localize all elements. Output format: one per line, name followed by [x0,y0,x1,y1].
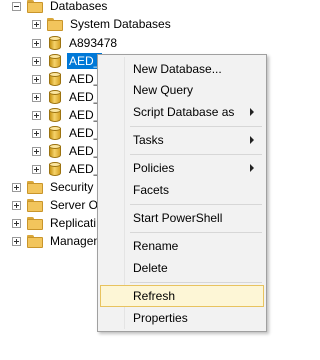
tree-node-label: Replicati [50,216,97,230]
expand-icon[interactable] [32,19,41,29]
menu-item-new-query[interactable]: New Query [100,79,264,101]
database-icon [49,107,61,123]
tree-node-database[interactable]: A893478 [32,34,119,52]
menu-item-script-database-as[interactable]: Script Database as [100,101,264,123]
menu-item-label: Rename [133,239,179,253]
menu-item-policies[interactable]: Policies [100,157,264,179]
tree-node-database[interactable]: AED_ [32,70,102,88]
context-menu: New Database... New Query Script Databas… [97,54,267,332]
collapse-icon[interactable] [12,1,21,11]
tree-node-databases[interactable]: Databases [12,0,109,15]
menu-separator [130,154,262,155]
submenu-arrow-icon [250,164,254,172]
tree-node-database[interactable]: AED_ [32,142,102,160]
database-icon [49,161,61,177]
tree-node-management[interactable]: Managen [12,232,102,250]
menu-separator [130,126,262,127]
menu-item-facets[interactable]: Facets [100,179,264,201]
database-icon [49,125,61,141]
tree-node-server-objects[interactable]: Server Ol [12,196,103,214]
database-icon [49,143,61,159]
folder-icon [27,198,43,212]
menu-item-new-database[interactable]: New Database... [100,58,264,80]
menu-item-refresh[interactable]: Refresh [100,285,264,307]
menu-item-rename[interactable]: Rename [100,235,264,257]
expand-icon[interactable] [32,110,41,120]
database-icon [49,53,61,69]
expand-icon[interactable] [32,164,41,174]
menu-item-label: Properties [133,311,188,325]
expand-icon[interactable] [32,146,41,156]
tree-node-database[interactable]: AED_ [32,106,102,124]
expand-icon[interactable] [32,38,41,48]
database-icon [49,71,61,87]
tree-node-label: Databases [50,0,108,13]
menu-item-label: Facets [133,183,170,197]
menu-item-label: Policies [133,161,175,175]
tree-node-label: Server Ol [50,198,101,212]
expand-icon[interactable] [12,236,21,246]
menu-item-label: Script Database as [133,105,235,119]
tree-node-database-selected[interactable]: AED_ [32,52,103,70]
menu-separator [130,282,262,283]
submenu-arrow-icon [250,136,254,144]
folder-icon [27,180,43,194]
folder-icon [47,17,63,31]
menu-item-label: Delete [133,261,168,275]
folder-icon [27,234,43,248]
menu-separator [130,204,262,205]
expand-icon[interactable] [12,200,21,210]
database-icon [49,35,61,51]
menu-item-label: Tasks [133,133,164,147]
expand-icon[interactable] [32,74,41,84]
menu-separator [130,232,262,233]
menu-item-label: New Database... [133,62,222,76]
menu-item-label: Refresh [133,289,176,303]
expand-icon[interactable] [32,92,41,102]
tree-node-database[interactable]: AED_ [32,124,102,142]
menu-item-tasks[interactable]: Tasks [100,129,264,151]
expand-icon[interactable] [32,128,41,138]
tree-node-label: A893478 [69,36,118,50]
menu-item-delete[interactable]: Delete [100,257,264,279]
folder-icon [27,216,43,230]
tree-node-database[interactable]: AED_ [32,160,102,178]
menu-item-properties[interactable]: Properties [100,307,264,329]
menu-item-start-powershell[interactable]: Start PowerShell [100,207,264,229]
tree-node-label: System Databases [70,17,171,31]
menu-item-label: New Query [133,83,194,97]
tree-node-security[interactable]: Security [12,178,95,196]
submenu-arrow-icon [250,108,254,116]
tree-node-label: Security [50,180,94,194]
folder-icon [27,0,43,13]
expand-icon[interactable] [32,56,41,66]
database-icon [49,89,61,105]
menu-item-label: Start PowerShell [133,211,223,225]
tree-node-label: Managen [50,234,101,248]
expand-icon[interactable] [12,218,21,228]
tree-node-system-databases[interactable]: System Databases [32,15,173,33]
expand-icon[interactable] [12,182,21,192]
tree-node-replication[interactable]: Replicati [12,214,98,232]
tree-node-database[interactable]: AED_ [32,88,102,106]
